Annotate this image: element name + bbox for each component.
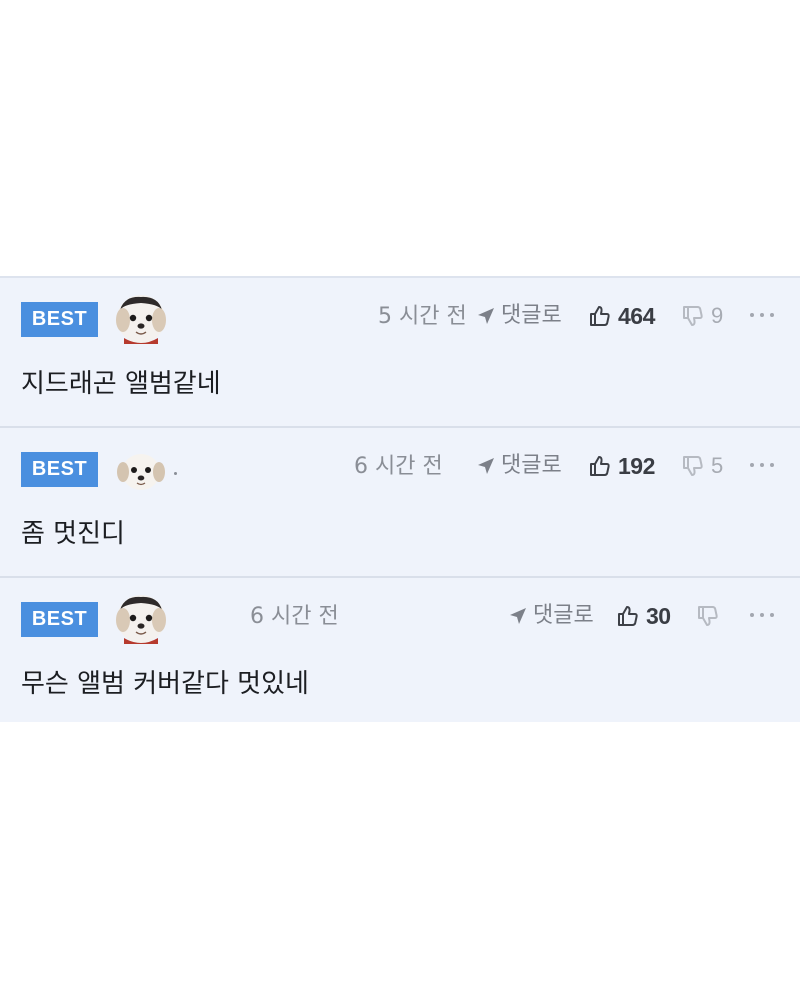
- thumbs-up-icon: [618, 606, 638, 626]
- page: BEST 5 시간 전 댓글로 464 9 지드래곤 앨범같네 BEST 6 시…: [0, 0, 800, 1000]
- comment-text: 지드래곤 앨범같네: [21, 369, 221, 399]
- comment-item: BEST 6 시간 전 댓글로 192 5 좀 멋진디: [0, 428, 800, 578]
- more-dots-icon[interactable]: [750, 460, 774, 470]
- comment-list: BEST 5 시간 전 댓글로 464 9 지드래곤 앨범같네 BEST 6 시…: [0, 276, 800, 722]
- reply-label: 댓글로: [501, 453, 562, 478]
- thumbs-down-icon: [698, 606, 718, 626]
- like-count: 192: [618, 452, 655, 479]
- like-button[interactable]: 30: [616, 600, 671, 632]
- thumbs-down-icon: [683, 306, 703, 326]
- comment-timestamp: 5 시간 전: [378, 304, 467, 329]
- best-badge: BEST: [21, 602, 98, 637]
- puppy-avatar-icon[interactable]: [114, 292, 168, 346]
- thumbs-up-icon: [590, 306, 610, 326]
- avatar-status-dot: [174, 472, 177, 475]
- puppy-avatar-icon[interactable]: [116, 450, 166, 494]
- comment-item: BEST 5 시간 전 댓글로 464 9 지드래곤 앨범같네: [0, 278, 800, 428]
- like-button[interactable]: 464: [588, 300, 655, 332]
- like-count: 464: [618, 302, 655, 329]
- reply-label: 댓글로: [501, 303, 562, 328]
- puppy-avatar-icon[interactable]: [114, 592, 168, 646]
- comment-timestamp: 6 시간 전: [250, 604, 339, 629]
- reply-arrow-icon: [478, 458, 494, 474]
- reply-label: 댓글로: [533, 603, 594, 628]
- dislike-count: 9: [711, 303, 724, 328]
- more-dots-icon[interactable]: [750, 310, 774, 320]
- dislike-button[interactable]: [696, 600, 726, 632]
- dislike-count: 5: [711, 453, 724, 478]
- dislike-button[interactable]: 5: [681, 450, 723, 482]
- comment-text: 좀 멋진디: [21, 519, 125, 549]
- more-dots-icon[interactable]: [750, 610, 774, 620]
- reply-arrow-icon: [478, 308, 494, 324]
- reply-button[interactable]: 댓글로: [508, 600, 594, 632]
- comment-text: 무슨 앨범 커버같다 멋있네: [21, 669, 309, 699]
- best-badge: BEST: [21, 452, 98, 487]
- comment-item: BEST 6 시간 전 댓글로 30 무슨 앨범 커버같다 멋있네: [0, 578, 800, 722]
- thumbs-up-icon: [590, 456, 610, 476]
- comment-timestamp: 6 시간 전: [354, 454, 443, 479]
- reply-button[interactable]: 댓글로: [476, 300, 562, 332]
- reply-button[interactable]: 댓글로: [476, 450, 562, 482]
- reply-arrow-icon: [510, 608, 526, 624]
- thumbs-down-icon: [683, 456, 703, 476]
- like-count: 30: [646, 602, 671, 629]
- like-button[interactable]: 192: [588, 450, 655, 482]
- best-badge: BEST: [21, 302, 98, 337]
- dislike-button[interactable]: 9: [681, 300, 723, 332]
